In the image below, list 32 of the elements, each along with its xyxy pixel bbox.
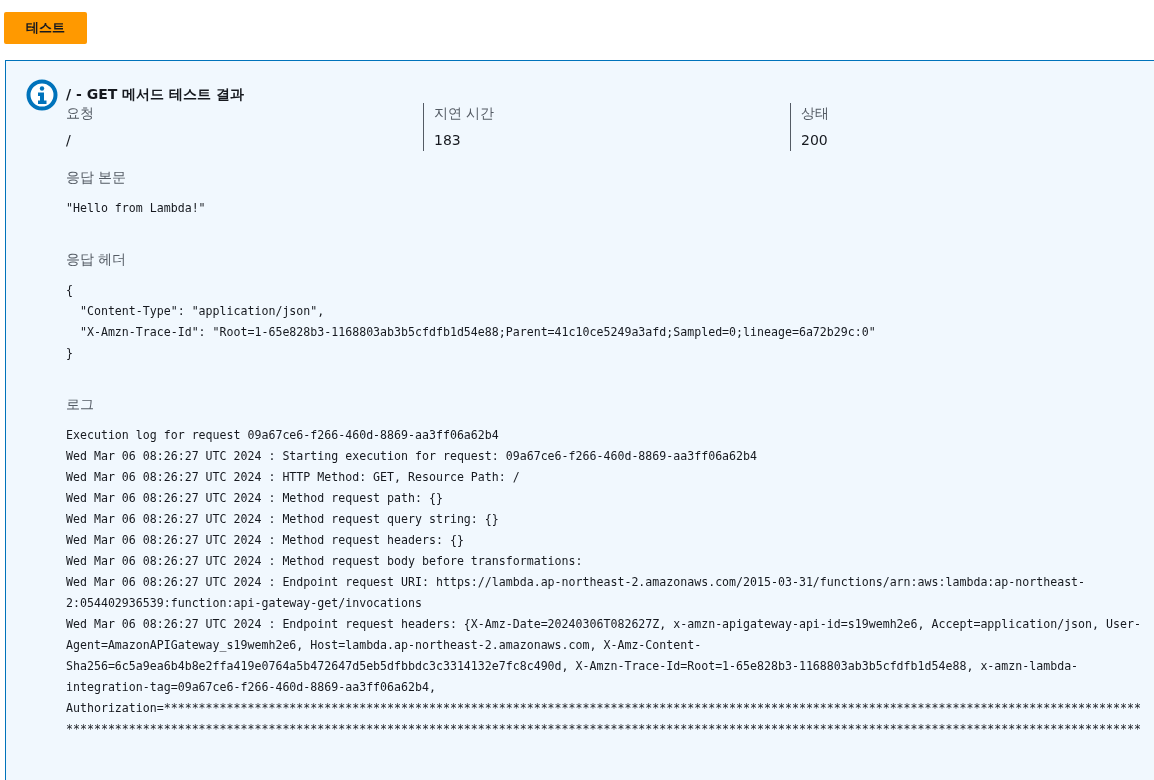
log-line: Wed Mar 06 08:26:27 UTC 2024 : Method request path: {}: [66, 489, 444, 507]
section-label: 응답 본문: [66, 167, 128, 187]
log-line: Sha256=6c5a9ea6b4b8e2ffa419e0764a5b472647d5eb5dfbbdc3c3314132e7fc8c490d, X-Amzn-Trace-Id=Root=1-65e828b3-1168803ab3b5cfdfb1d54e88, x-amzn-lambda-: [66, 657, 1080, 675]
log-line: **********************************************************************************************************************************************************: [66, 720, 1142, 738]
log-line: 2:054402936539:function:api-gateway-get/invocations: [66, 594, 423, 612]
log-line: Wed Mar 06 08:26:27 UTC 2024 : Method request headers: {}: [66, 531, 465, 549]
log-line: Wed Mar 06 08:26:27 UTC 2024 : Endpoint request URI: https://lambda.ap-northeast-2.amazonaws.com/2015-03-31/functions/arn:aws:lambda:ap-northeast-: [66, 573, 1087, 591]
section-label: 응답 헤더: [66, 249, 128, 269]
log-line: Wed Mar 06 08:26:27 UTC 2024 : Starting execution for request: 09a67ce6-f266-460d-8869-aa3ff06a62b4: [66, 447, 759, 465]
header-line: {: [66, 281, 74, 299]
field-label: 지연 시간: [434, 103, 496, 123]
field-label: 요청: [66, 103, 95, 123]
header-line: }: [66, 344, 74, 362]
header-line: "X-Amzn-Trace-Id": "Root=1-65e828b3-1168803ab3b5cfdfb1d54e88;Parent=41c10ce5249a3afd;Sampled=0;lineage=6a72b29c:0": [78, 323, 877, 341]
field-label: 상태: [801, 103, 830, 123]
log-line: Wed Mar 06 08:26:27 UTC 2024 : Method request query string: {}: [66, 510, 500, 528]
response-body-line: "Hello from Lambda!": [66, 199, 207, 217]
log-line: integration-tag=09a67ce6-f266-460d-8869-aa3ff06a62b4,: [66, 678, 437, 696]
field-value: /: [66, 130, 72, 150]
field-value: 183: [434, 130, 462, 150]
field-value: 200: [801, 130, 829, 150]
log-line: Authorization=********************************************************************************************************************************************: [66, 699, 1142, 717]
header-line: "Content-Type": "application/json",: [78, 302, 326, 320]
log-line: Wed Mar 06 08:26:27 UTC 2024 : Endpoint request headers: {X-Amz-Date=20240306T082627Z, x-amzn-apigateway-api-id=s19wemh2e6, Accept=application/json, User-: [66, 615, 1142, 633]
log-line: Wed Mar 06 08:26:27 UTC 2024 : HTTP Method: GET, Resource Path: /: [66, 468, 521, 486]
section-label: 로그: [66, 394, 95, 414]
result-title: / - GET 메서드 테스트 결과: [66, 84, 245, 103]
log-line: Execution log for request 09a67ce6-f266-460d-8869-aa3ff06a62b4: [66, 426, 500, 444]
log-line: Wed Mar 06 08:26:27 UTC 2024 : Method request body before transformations:: [66, 552, 584, 570]
info-icon: [26, 78, 58, 111]
test-button[interactable]: 테스트: [4, 12, 87, 44]
log-line: Agent=AmazonAPIGateway_s19wemh2e6, Host=lambda.ap-northeast-2.amazonaws.com, X-Amz-Content-: [66, 636, 703, 654]
